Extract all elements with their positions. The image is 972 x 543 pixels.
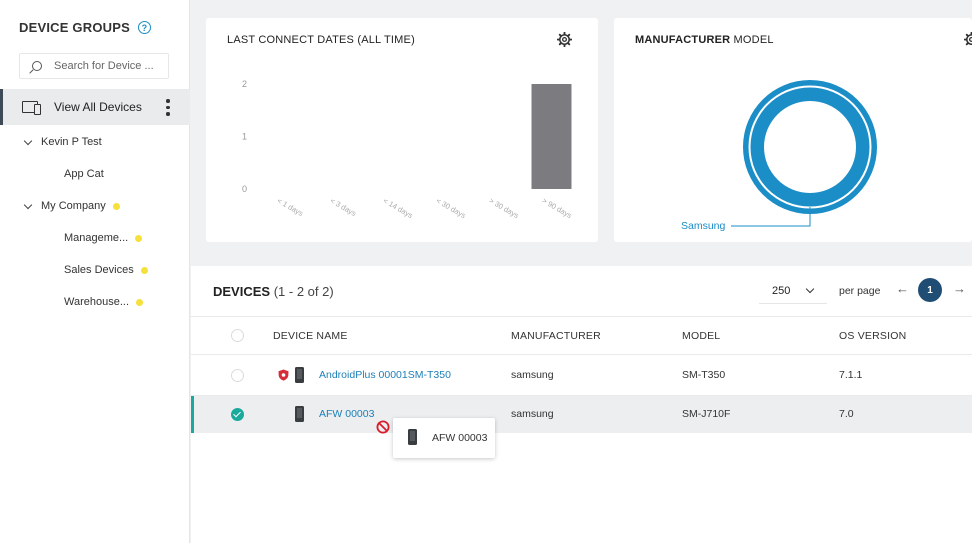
- search-icon: [32, 61, 42, 71]
- status-dot: [140, 266, 148, 274]
- donut-hole: [764, 101, 856, 193]
- question-circle-icon[interactable]: ?: [137, 21, 151, 34]
- per-page-value: 250: [772, 284, 791, 297]
- device-search-input[interactable]: [54, 60, 154, 72]
- y-tick-label: 1: [242, 132, 247, 142]
- phone-icon: [295, 406, 304, 422]
- devices-panel: DEVICES (1 - 2 of 2) 250 per page ← 1 → …: [191, 266, 972, 543]
- tree-item-kevin-p-test[interactable]: Kevin P Test: [23, 136, 102, 148]
- device-groups-sidebar: DEVICE GROUPS ? View All Devices Kevin P…: [0, 0, 190, 543]
- tree-item-label: Manageme...: [64, 232, 129, 244]
- page-1-button[interactable]: 1: [918, 278, 942, 302]
- x-tick-label: < 14 days: [382, 196, 415, 220]
- devices-title: DEVICES (1 - 2 of 2): [213, 284, 334, 299]
- tree-item-label: Kevin P Test: [41, 136, 102, 148]
- tree-item-label: Sales Devices: [64, 264, 134, 276]
- tree-item-sales-devices[interactable]: Sales Devices: [64, 264, 148, 276]
- more-options-icon[interactable]: [166, 99, 170, 116]
- view-all-devices-item[interactable]: View All Devices: [0, 89, 190, 125]
- tree-item-app-cat[interactable]: App Cat: [64, 168, 104, 180]
- tree-item-my-company[interactable]: My Company: [23, 200, 120, 212]
- tree-item-label: App Cat: [64, 168, 104, 180]
- samsung-label: Samsung: [681, 220, 726, 232]
- manufacturer-cell: samsung: [511, 369, 554, 381]
- y-tick-label: 2: [242, 79, 247, 89]
- check-circle-icon[interactable]: [231, 408, 244, 421]
- chevron-down-icon: [805, 284, 815, 294]
- sidebar-title: DEVICE GROUPS ?: [19, 20, 151, 35]
- x-tick-label: < 1 days: [276, 196, 305, 218]
- view-all-devices-label: View All Devices: [54, 100, 142, 114]
- x-tick-label: > 30 days: [488, 196, 521, 220]
- col-device-name[interactable]: DEVICE NAME: [273, 330, 348, 342]
- manufacturer-donut-chart: Samsung: [681, 80, 877, 232]
- tree-item-label: Warehouse...: [64, 296, 130, 308]
- devices-count: (1 - 2 of 2): [273, 284, 334, 299]
- manufacturer-cell: samsung: [511, 408, 554, 420]
- row-select-radio[interactable]: [231, 369, 244, 382]
- drag-preview-label: AFW 00003: [432, 432, 488, 444]
- devices-icon: [22, 101, 41, 115]
- sidebar-title-text: DEVICE GROUPS: [19, 20, 130, 35]
- chevron-down-icon[interactable]: [23, 136, 33, 145]
- y-tick-label: 0: [242, 184, 247, 194]
- per-page-select[interactable]: 250: [759, 278, 827, 304]
- x-tick-label: < 30 days: [435, 196, 468, 220]
- devices-title-text: DEVICES: [213, 284, 271, 299]
- bar-5[interactable]: [531, 84, 572, 189]
- divider: [191, 316, 972, 317]
- x-tick-label: < 3 days: [329, 196, 358, 218]
- no-entry-icon: [376, 420, 390, 434]
- tree-item-management[interactable]: Manageme...: [64, 232, 143, 244]
- col-os-version[interactable]: OS VERSION: [839, 330, 906, 342]
- status-dot: [112, 202, 120, 210]
- col-model[interactable]: MODEL: [682, 330, 720, 342]
- shield-alert-icon: [278, 369, 289, 381]
- manufacturer-card: MANUFACTURER MODEL Samsung: [614, 18, 972, 242]
- device-search-box[interactable]: [19, 53, 169, 79]
- divider: [191, 354, 972, 355]
- table-row[interactable]: AndroidPlus 00001SM-T350 samsung SM-T350…: [191, 357, 972, 394]
- model-cell: SM-J710F: [682, 408, 731, 420]
- table-row-selected[interactable]: AFW 00003 samsung SM-J710F 7.0: [191, 396, 972, 433]
- status-dot: [136, 298, 144, 306]
- select-all-radio[interactable]: [231, 329, 244, 342]
- last-connect-bar-chart: 2 1 0 < 1 days < 3 days < 14 days < 30 days > 3…: [242, 79, 574, 220]
- col-manufacturer[interactable]: MANUFACTURER: [511, 330, 601, 342]
- phone-icon: [295, 367, 304, 383]
- tree-item-label: My Company: [41, 200, 106, 212]
- drag-preview: AFW 00003: [393, 418, 495, 458]
- tree-item-warehouse[interactable]: Warehouse...: [64, 296, 144, 308]
- status-dot: [135, 234, 143, 242]
- arrow-left-icon[interactable]: ←: [896, 281, 909, 296]
- model-cell: SM-T350: [682, 369, 726, 381]
- device-name-link[interactable]: AFW 00003: [319, 408, 374, 420]
- phone-icon: [408, 429, 417, 445]
- arrow-right-icon[interactable]: →: [953, 281, 966, 296]
- x-tick-label: > 90 days: [541, 196, 574, 220]
- device-name-link[interactable]: AndroidPlus 00001SM-T350: [319, 369, 451, 381]
- os-version-cell: 7.0: [839, 408, 854, 420]
- chevron-down-icon[interactable]: [23, 200, 33, 209]
- last-connect-card: LAST CONNECT DATES (ALL TIME) 2 1 0 < 1 day…: [206, 18, 598, 242]
- os-version-cell: 7.1.1: [839, 369, 863, 381]
- per-page-label: per page: [839, 285, 881, 297]
